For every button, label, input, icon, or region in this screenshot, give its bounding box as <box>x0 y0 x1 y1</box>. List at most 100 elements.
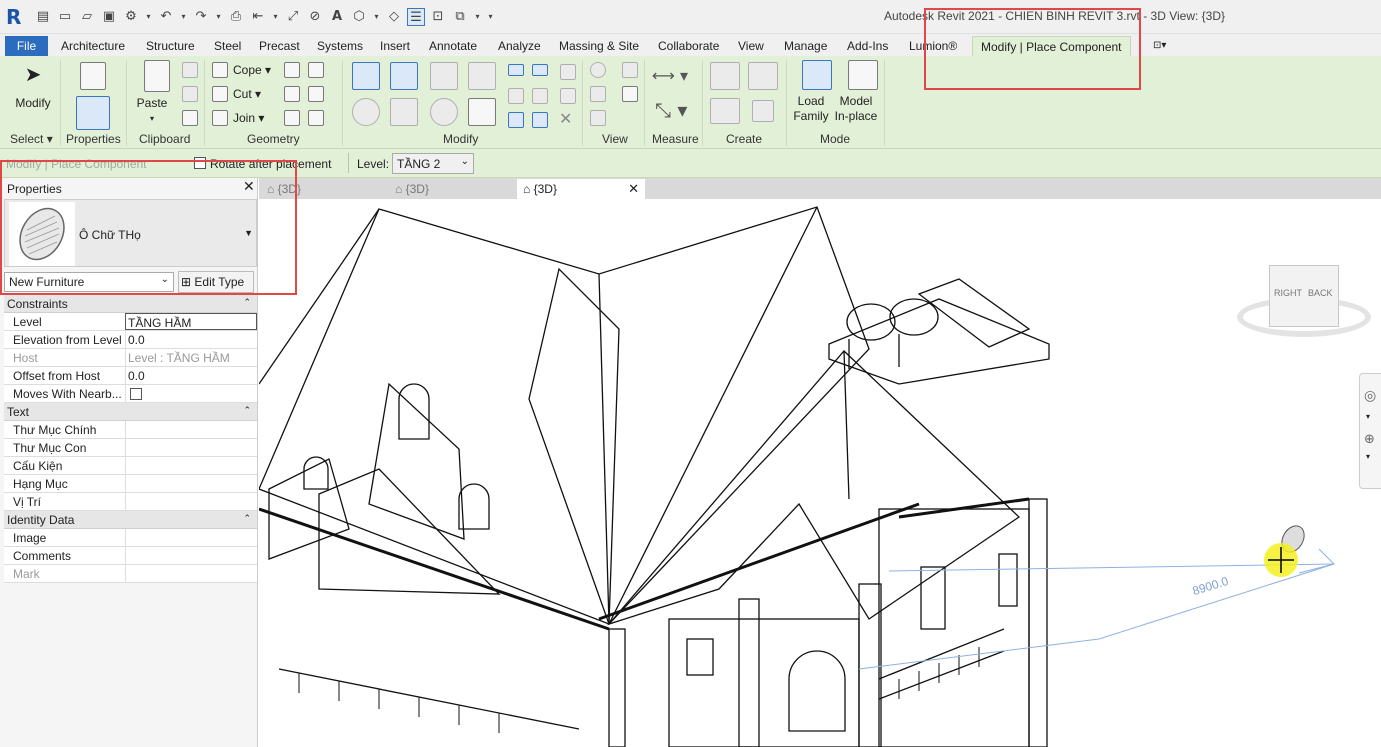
property-row[interactable]: Image <box>4 529 257 547</box>
steering-wheel-icon[interactable]: ◎ <box>1364 388 1376 404</box>
moves-with-nearby-checkbox[interactable] <box>130 388 142 400</box>
cut-to-clipboard-icon[interactable] <box>182 62 198 78</box>
modify-button[interactable]: ➤ Modify <box>10 62 56 122</box>
switch-windows-icon[interactable]: ⧉ <box>451 8 469 26</box>
property-row[interactable]: Thư Mục Con <box>4 439 257 457</box>
undo-icon[interactable]: ↶ <box>157 8 175 26</box>
thin-lines-icon[interactable]: ☰ <box>407 8 425 26</box>
load-family-button[interactable]: Load Family <box>790 60 832 128</box>
split-gap-icon[interactable] <box>532 64 548 76</box>
section-text[interactable]: Text ⌃ <box>4 403 257 421</box>
open-file-icon[interactable]: ▤ <box>34 8 52 26</box>
property-row[interactable]: Comments <box>4 547 257 565</box>
type-properties-icon[interactable] <box>80 62 106 90</box>
align-icon[interactable] <box>352 62 380 90</box>
dropdown-arrow-icon[interactable]: ▾ <box>214 8 223 26</box>
mode-panel-label[interactable]: Mode <box>820 132 850 146</box>
chevron-down-icon[interactable]: ▾ <box>1366 452 1370 461</box>
revit-logo-icon[interactable]: R <box>6 5 26 29</box>
dimension-icon[interactable]: ⤡ ▾ <box>655 98 687 122</box>
tab-systems[interactable]: Systems <box>317 36 363 56</box>
view-tab-active[interactable]: ⌂ {3D} ✕ <box>517 179 645 199</box>
copy-icon[interactable] <box>390 98 418 126</box>
viewcube[interactable]: RIGHT BACK <box>1269 265 1339 327</box>
tab-file[interactable]: File <box>5 36 48 56</box>
tab-structure[interactable]: Structure <box>146 36 195 56</box>
mirror-draw-icon[interactable] <box>468 62 496 90</box>
dropdown-arrow-icon[interactable]: ▾ <box>473 8 482 26</box>
new-file-icon[interactable]: ▭ <box>56 8 74 26</box>
create-group-icon[interactable] <box>710 98 740 124</box>
select-panel-label[interactable]: Select ▾ <box>10 132 53 146</box>
cope-icon[interactable] <box>212 62 228 78</box>
move-icon[interactable] <box>352 98 380 126</box>
print-icon[interactable]: ⎙ <box>227 8 245 26</box>
paint-view-icon[interactable] <box>590 110 606 126</box>
create-parts-icon[interactable] <box>748 62 778 90</box>
cut-geometry-icon[interactable] <box>212 86 228 102</box>
view-tab[interactable]: ⌂ {3D} <box>395 179 515 199</box>
close-hidden-icon[interactable]: ⊡ <box>429 8 447 26</box>
tab-precast[interactable]: Precast <box>259 36 300 56</box>
tab-massing-site[interactable]: Massing & Site <box>559 36 639 56</box>
trim-extend-icon[interactable] <box>468 98 496 126</box>
override-graphics-icon[interactable] <box>622 62 638 78</box>
rotate-icon[interactable] <box>430 98 458 126</box>
copy-to-clipboard-icon[interactable] <box>182 86 198 102</box>
delete-icon[interactable]: ✕ <box>559 109 572 128</box>
dropdown-arrow-icon[interactable]: ▾ <box>372 8 381 26</box>
section-constraints[interactable]: Constraints ⌃ <box>4 295 257 313</box>
view-panel-label[interactable]: View <box>602 132 628 146</box>
properties-icon[interactable] <box>76 96 110 130</box>
array-icon[interactable] <box>508 88 524 104</box>
paint-icon[interactable] <box>308 86 324 102</box>
viewcube-back-face[interactable]: BACK <box>1308 288 1333 298</box>
tab-collaborate[interactable]: Collaborate <box>658 36 719 56</box>
redo-icon[interactable]: ↷ <box>192 8 210 26</box>
property-row[interactable]: Level TẦNG HẦM <box>4 313 257 331</box>
trim-multiple-icon[interactable] <box>532 112 548 128</box>
3d-view-icon[interactable]: ⬡ <box>350 8 368 26</box>
property-row[interactable]: Hạng Mục <box>4 475 257 493</box>
section-identity-data[interactable]: Identity Data ⌃ <box>4 511 257 529</box>
linework-icon[interactable] <box>590 86 606 102</box>
split-face-icon[interactable] <box>308 62 324 78</box>
model-in-place-button[interactable]: Model In-place <box>834 60 878 128</box>
property-row[interactable]: Thư Mục Chính <box>4 421 257 439</box>
properties-panel-label[interactable]: Properties <box>66 132 121 146</box>
dropdown-arrow-icon[interactable]: ▾ <box>271 8 280 26</box>
open-folder-icon[interactable]: ▱ <box>78 8 96 26</box>
offset-icon[interactable] <box>390 62 418 90</box>
text-icon[interactable]: A <box>328 8 346 26</box>
hammer-icon[interactable] <box>308 110 324 126</box>
viewcube-right-face[interactable]: RIGHT <box>1274 288 1302 298</box>
property-row[interactable]: Elevation from Level 0.0 <box>4 331 257 349</box>
tab-insert[interactable]: Insert <box>380 36 410 56</box>
match-properties-icon[interactable] <box>182 110 198 126</box>
view-filter-icon[interactable] <box>622 86 638 102</box>
property-row[interactable]: Cấu Kiện <box>4 457 257 475</box>
demolish-icon[interactable] <box>284 110 300 126</box>
tab-annotate[interactable]: Annotate <box>429 36 477 56</box>
property-row[interactable]: Offset from Host 0.0 <box>4 367 257 385</box>
cope-button[interactable]: Cope ▾ <box>233 63 271 77</box>
measure-icon[interactable]: ⇤ <box>249 8 267 26</box>
dropdown-arrow-icon[interactable]: ▾ <box>179 8 188 26</box>
3d-viewport[interactable]: 8900.0 RIGHT BACK ◎ ▾ ⊕ ▾ <box>259 199 1381 747</box>
scale-icon[interactable] <box>532 88 548 104</box>
tab-view[interactable]: View <box>738 36 764 56</box>
create-assembly-icon[interactable] <box>710 62 740 90</box>
zoom-icon[interactable]: ⊕ <box>1364 432 1375 447</box>
split-element-icon[interactable] <box>508 64 524 76</box>
section-icon[interactable]: ◇ <box>385 8 403 26</box>
save-icon[interactable]: ▣ <box>100 8 118 26</box>
trim-single-icon[interactable] <box>508 112 524 128</box>
property-row[interactable]: Host Level : TẦNG HẦM <box>4 349 257 367</box>
mirror-axis-icon[interactable] <box>430 62 458 90</box>
modify-panel-label[interactable]: Modify <box>443 132 478 146</box>
customize-qat-icon[interactable]: ▾ <box>486 8 495 26</box>
dropdown-arrow-icon[interactable]: ▾ <box>144 8 153 26</box>
tab-architecture[interactable]: Architecture <box>61 36 125 56</box>
clipboard-panel-label[interactable]: Clipboard <box>139 132 190 146</box>
create-similar-icon[interactable] <box>752 100 774 122</box>
